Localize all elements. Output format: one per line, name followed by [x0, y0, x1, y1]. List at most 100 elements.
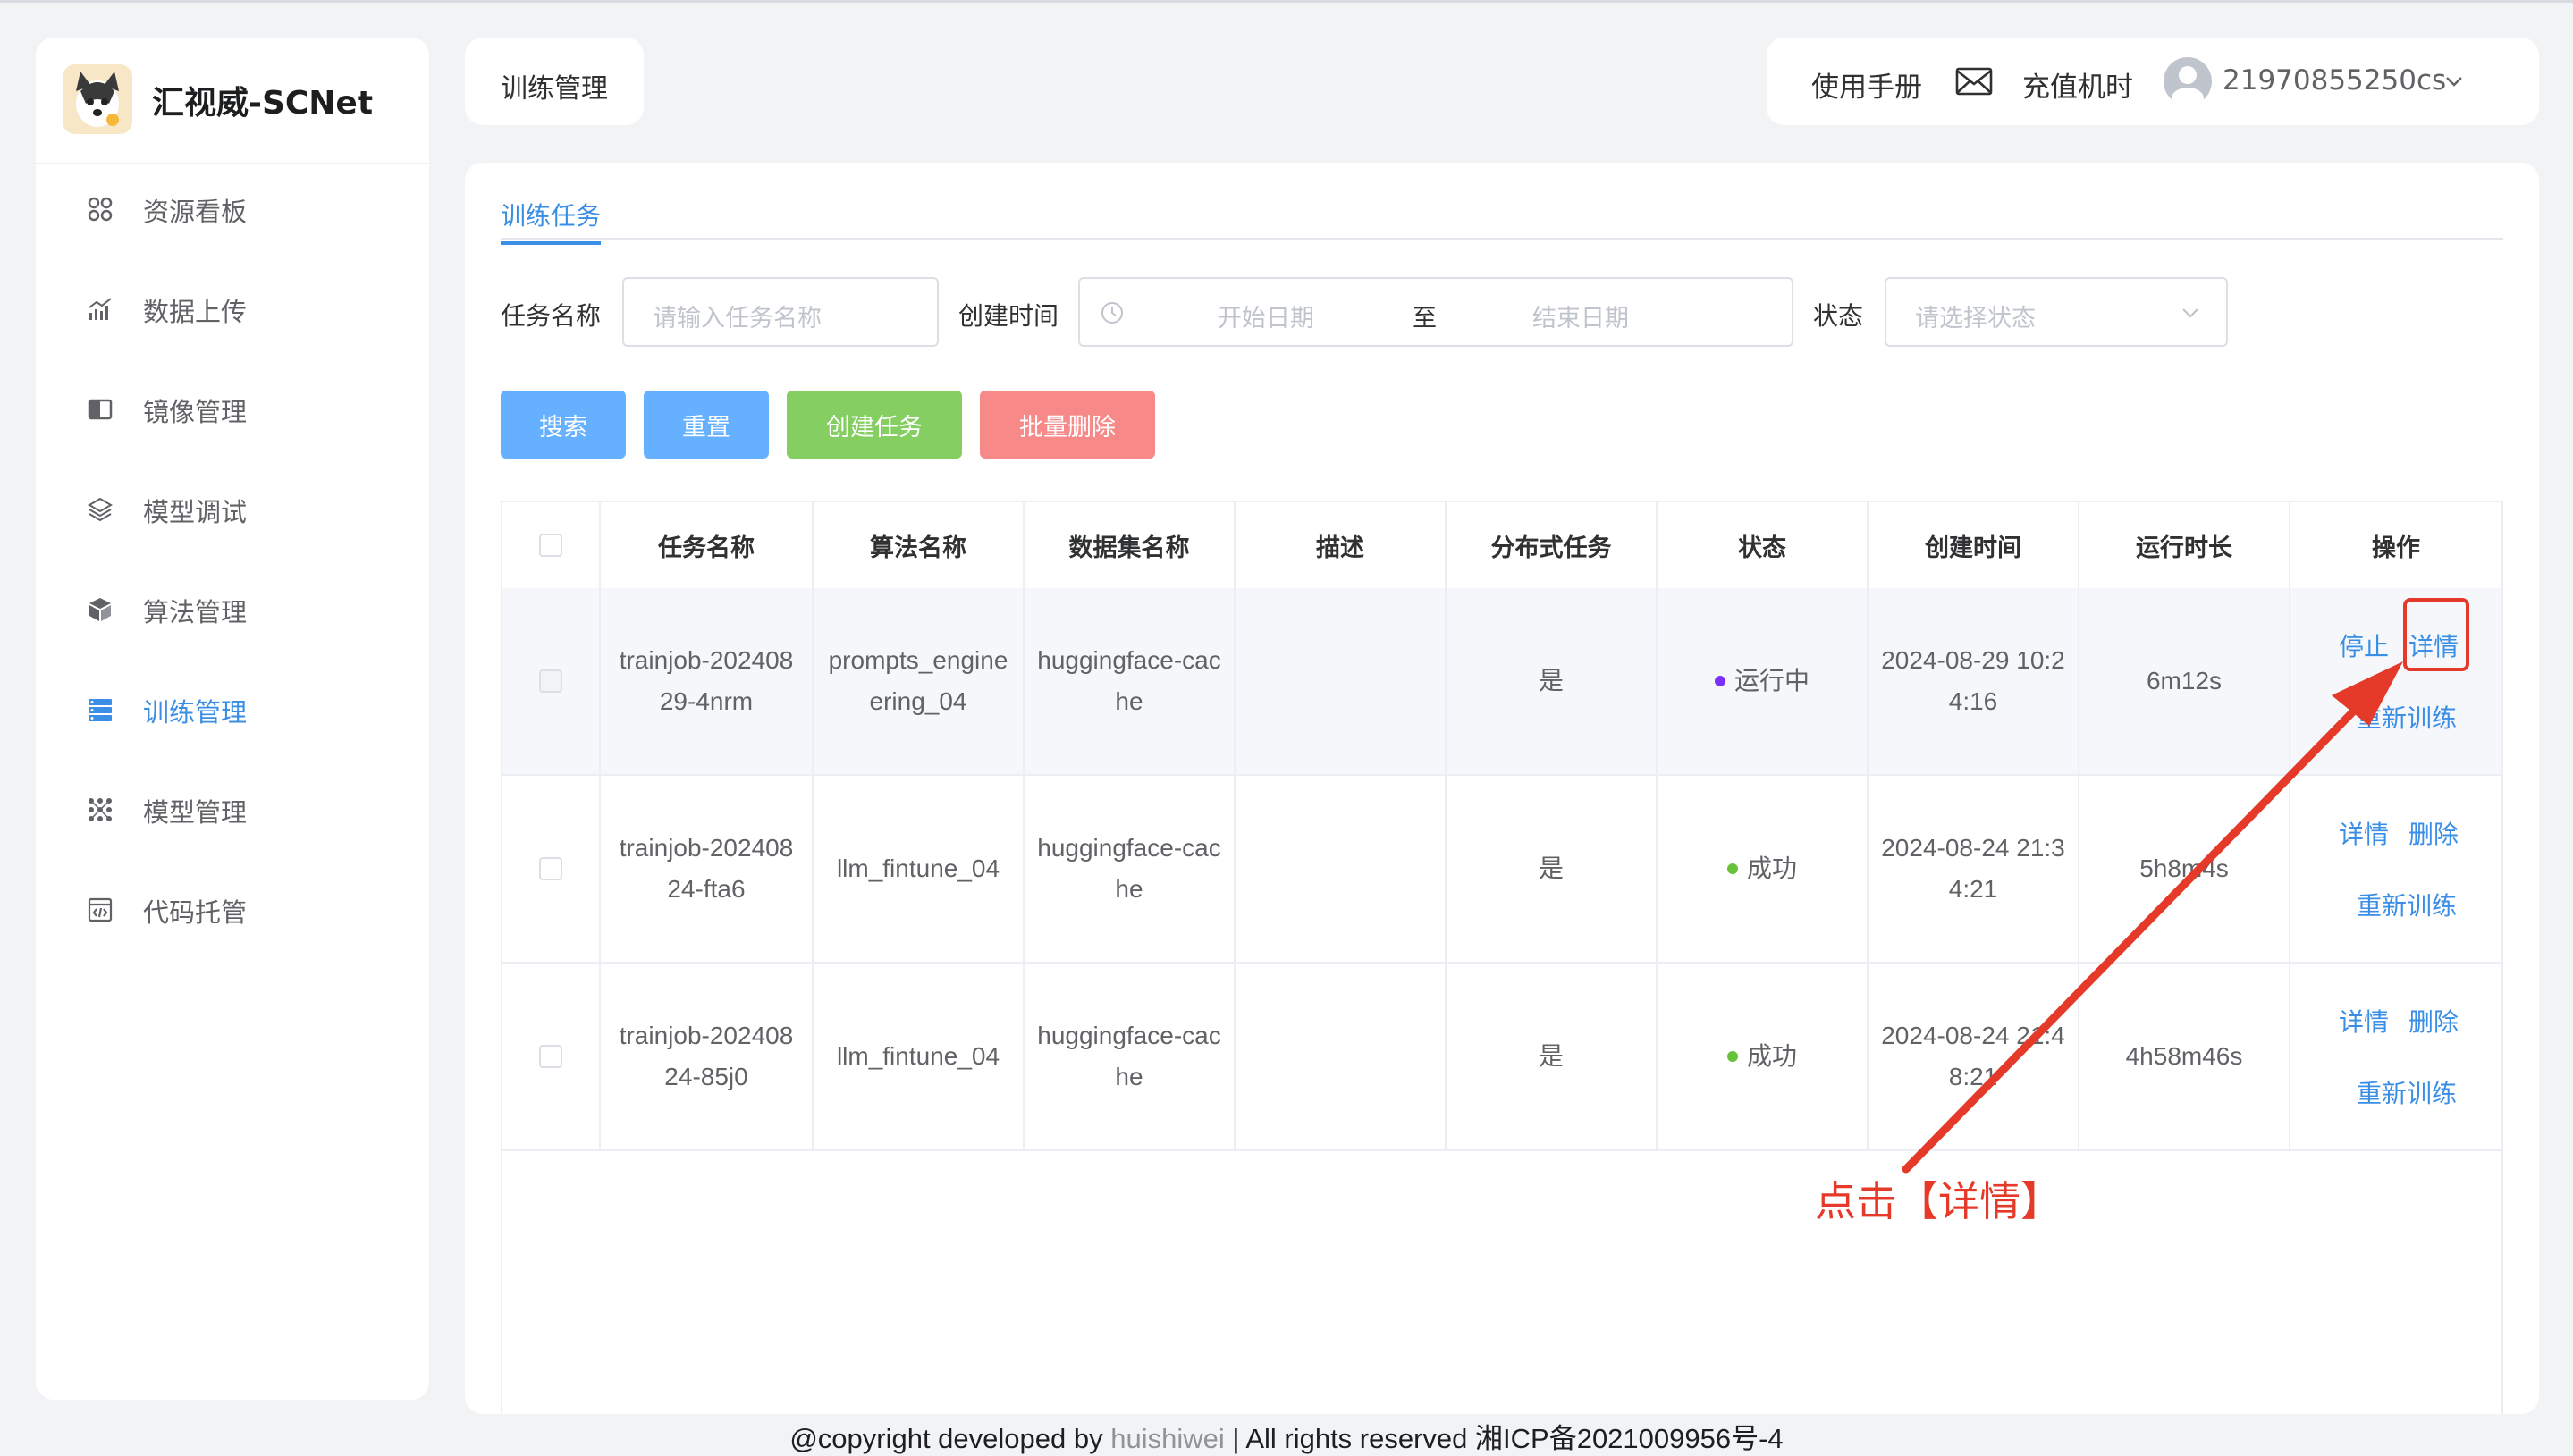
dog-logo-icon [63, 64, 132, 134]
algorithm-name: prompts_engineering_04 [828, 646, 1008, 715]
duration-cell: 4h58m46s [2079, 964, 2290, 1149]
footer: @copyright developed by huishiwei | All … [0, 1416, 2573, 1454]
dataset-cell: huggingface-cache [1025, 588, 1236, 774]
column-header[interactable]: 运行时长 [2079, 502, 2290, 588]
date-separator: 至 [1413, 305, 1437, 332]
dataset-name: huggingface-cache [1037, 1022, 1221, 1090]
description-cell [1236, 776, 1447, 962]
detail-link[interactable]: 详情 [2339, 1003, 2389, 1039]
sidebar-item-models[interactable]: 模型管理 [36, 763, 429, 853]
user-toolbar: 使用手册 充值机时 21970855250cs [1767, 38, 2539, 125]
username[interactable]: 21970855250cs [2223, 64, 2446, 97]
column-header[interactable]: 算法名称 [814, 502, 1025, 588]
model-icon [86, 795, 114, 824]
column-header[interactable]: 创建时间 [1869, 502, 2079, 588]
reset-button[interactable]: 重置 [644, 391, 769, 459]
start-date-placeholder[interactable]: 开始日期 [1218, 299, 1314, 333]
user-manual-link[interactable]: 使用手册 [1811, 64, 1922, 105]
date-range-picker[interactable]: 开始日期 至 结束日期 [1078, 277, 1793, 347]
operations-cell: 停止 详情 重新训练 [2290, 588, 2501, 774]
select-all-checkbox[interactable] [539, 534, 562, 557]
status-text: 成功 [1746, 854, 1797, 883]
mail-icon[interactable] [1954, 66, 1994, 97]
retrain-link[interactable]: 重新训练 [2357, 1074, 2457, 1110]
distributed-cell: 是 [1447, 776, 1658, 962]
status-text: 运行中 [1734, 666, 1810, 695]
sidebar-item-label: 资源看板 [143, 197, 248, 227]
sidebar-item-label: 训练管理 [143, 697, 248, 728]
retrain-link[interactable]: 重新训练 [2357, 699, 2457, 735]
retrain-link[interactable]: 重新训练 [2357, 887, 2457, 922]
created-time-cell: 2024-08-24 21:34:21 [1869, 776, 2079, 962]
sidebar: 汇视威-SCNet 资源看板 数据上传 镜像管理 模型调试 算法管理 训练管理 … [36, 38, 429, 1400]
row-checkbox[interactable] [539, 669, 562, 693]
column-header[interactable]: 描述 [1236, 502, 1447, 588]
created-time: 2024-08-24 21:34:21 [1881, 834, 2065, 903]
duration-cell: 6m12s [2079, 588, 2290, 774]
image-icon [86, 395, 114, 424]
detail-link[interactable]: 详情 [2339, 815, 2389, 851]
status-badge: 运行中 [1714, 661, 1810, 702]
chevron-down-icon[interactable] [2442, 70, 2466, 93]
column-header[interactable]: 分布式任务 [1447, 502, 1658, 588]
table-row[interactable]: trainjob-20240824-fta6 llm_fintune_04 hu… [502, 776, 2501, 964]
sidebar-item-label: 算法管理 [143, 597, 248, 627]
operations-cell: 详情 删除 重新训练 [2290, 964, 2501, 1149]
detail-highlight-box [2403, 598, 2469, 671]
table-header: 任务名称 算法名称 数据集名称 描述 分布式任务 状态 创建时间 运行时长 操作 [502, 502, 2501, 590]
training-icon [86, 695, 114, 724]
row-select-cell [502, 776, 601, 962]
row-checkbox[interactable] [539, 857, 562, 880]
code-icon [86, 896, 114, 924]
debug-icon [86, 495, 114, 524]
task-name-cell: trainjob-20240824-85j0 [601, 964, 814, 1149]
footer-suffix: | All rights reserved 湘ICP备2021009956号-4 [1224, 1423, 1784, 1454]
status-label: 状态 [1813, 301, 1864, 331]
column-header[interactable]: 数据集名称 [1025, 502, 1236, 588]
status-select[interactable]: 请选择状态 [1885, 277, 2228, 347]
end-date-placeholder[interactable]: 结束日期 [1532, 299, 1629, 333]
delete-link[interactable]: 删除 [2408, 815, 2459, 851]
row-checkbox[interactable] [539, 1045, 562, 1068]
task-name-input[interactable]: 请输入任务名称 [622, 277, 939, 347]
delete-link[interactable]: 删除 [2408, 1003, 2459, 1039]
column-header[interactable]: 任务名称 [601, 502, 814, 588]
table-row[interactable]: trainjob-20240829-4nrm prompts_engineeri… [502, 588, 2501, 776]
footer-author-link[interactable]: huishiwei [1110, 1423, 1225, 1454]
batch-delete-button[interactable]: 批量删除 [980, 391, 1155, 459]
sidebar-item-label: 镜像管理 [143, 397, 248, 427]
breadcrumb-current: 训练管理 [501, 73, 608, 105]
avatar[interactable] [2164, 57, 2212, 105]
distributed-flag: 是 [1538, 854, 1564, 882]
description-cell [1236, 588, 1447, 774]
task-name-cell: trainjob-20240824-fta6 [601, 776, 814, 962]
create-task-button[interactable]: 创建任务 [787, 391, 962, 459]
recharge-link[interactable]: 充值机时 [2022, 64, 2133, 105]
stop-link[interactable]: 停止 [2339, 627, 2389, 663]
status-cell: 运行中 [1658, 588, 1869, 774]
sidebar-item-algorithms[interactable]: 算法管理 [36, 563, 429, 652]
tab-training-tasks[interactable]: 训练任务 [501, 197, 602, 245]
table-row[interactable]: trainjob-20240824-85j0 llm_fintune_04 hu… [502, 964, 2501, 1151]
row-select-cell [502, 964, 601, 1149]
sidebar-item-training[interactable]: 训练管理 [36, 663, 429, 753]
search-button[interactable]: 搜索 [501, 391, 626, 459]
sidebar-item-images[interactable]: 镜像管理 [36, 363, 429, 452]
duration: 4h58m46s [2125, 1042, 2243, 1070]
column-header: 操作 [2372, 534, 2420, 562]
sidebar-item-resources[interactable]: 资源看板 [36, 163, 429, 252]
algorithm-name: llm_fintune_04 [836, 854, 1000, 882]
status-badge: 成功 [1726, 848, 1797, 889]
dataset-cell: huggingface-cache [1025, 964, 1236, 1149]
status-badge: 成功 [1726, 1036, 1797, 1077]
sidebar-item-data-upload[interactable]: 数据上传 [36, 263, 429, 352]
sidebar-item-code[interactable]: 代码托管 [36, 863, 429, 953]
sidebar-item-model-debug[interactable]: 模型调试 [36, 463, 429, 552]
description-cell [1236, 964, 1447, 1149]
task-name-cell: trainjob-20240829-4nrm [601, 588, 814, 774]
duration: 6m12s [2146, 667, 2223, 694]
status-placeholder: 请选择状态 [1915, 305, 2036, 332]
column-header[interactable]: 状态 [1658, 502, 1869, 588]
status-text: 成功 [1746, 1041, 1797, 1071]
distributed-cell: 是 [1447, 964, 1658, 1149]
